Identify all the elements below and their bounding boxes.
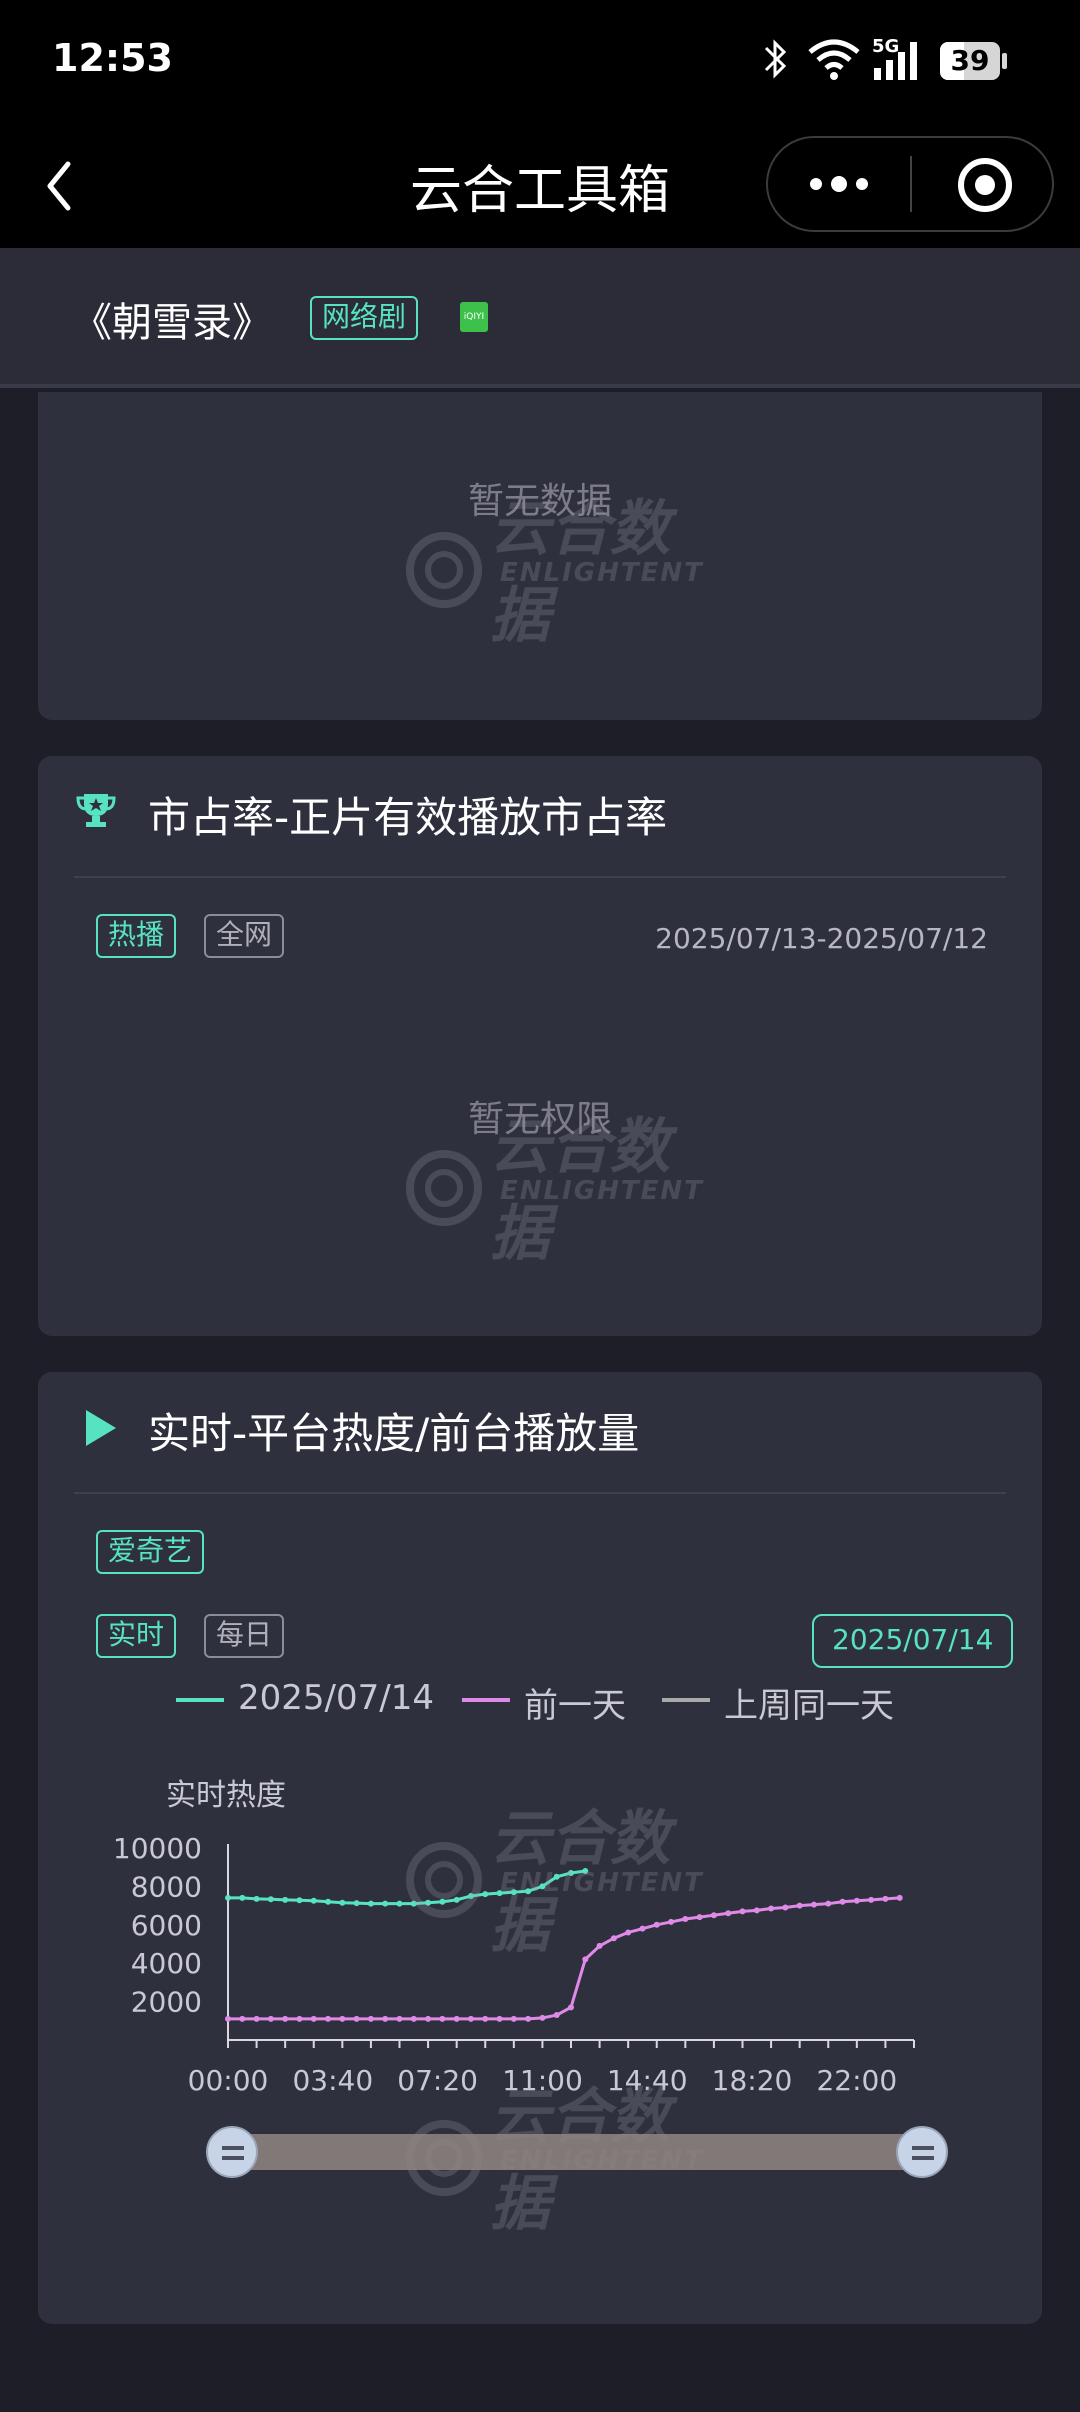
series-point-1 xyxy=(768,1905,775,1912)
series-point-1 xyxy=(439,2015,446,2022)
series-point-1 xyxy=(782,1904,789,1911)
series-point-0 xyxy=(353,1900,360,1907)
series-point-1 xyxy=(853,1897,860,1904)
series-point-0 xyxy=(310,1897,317,1904)
series-point-1 xyxy=(467,2015,474,2022)
series-point-1 xyxy=(353,2015,360,2022)
series-point-1 xyxy=(725,1910,732,1917)
series-point-1 xyxy=(453,2015,460,2022)
series-point-1 xyxy=(325,2015,332,2022)
series-point-1 xyxy=(839,1898,846,1905)
series-point-1 xyxy=(896,1894,903,1901)
series-point-0 xyxy=(282,1896,289,1903)
series-point-1 xyxy=(510,2015,517,2022)
y-tick-label: 10000 xyxy=(113,1832,202,1865)
series-point-1 xyxy=(753,1907,760,1914)
series-point-1 xyxy=(868,1896,875,1903)
datazoom-left-handle[interactable] xyxy=(206,2126,258,2178)
series-point-0 xyxy=(267,1896,274,1903)
realtime-heat-chart: 20004000600080001000000:00 03:40 07:20 11:0… xyxy=(113,1832,915,2097)
series-point-1 xyxy=(239,2015,246,2022)
series-point-0 xyxy=(325,1898,332,1905)
series-point-0 xyxy=(225,1894,231,1901)
series-point-1 xyxy=(425,2015,432,2022)
watermark-subtext: ENLIGHTENT xyxy=(500,1868,704,1898)
y-tick-label: 6000 xyxy=(131,1909,202,1942)
series-point-1 xyxy=(282,2015,289,2022)
series-point-0 xyxy=(339,1899,346,1906)
series-point-1 xyxy=(696,1914,703,1921)
watermark-circle-icon xyxy=(406,1842,482,1918)
series-point-0 xyxy=(239,1894,246,1901)
series-point-1 xyxy=(796,1902,803,1909)
series-point-1 xyxy=(267,2015,274,2022)
x-tick-label: 00:00 xyxy=(188,2064,269,2097)
series-point-1 xyxy=(482,2015,489,2022)
series-point-1 xyxy=(810,1901,817,1908)
series-point-1 xyxy=(710,1912,717,1919)
series-point-0 xyxy=(253,1895,260,1902)
datazoom-track[interactable] xyxy=(232,2134,922,2170)
watermark-logo: 云合数据 ENLIGHTENT xyxy=(404,1788,702,1961)
x-tick-label: 18:20 xyxy=(712,2064,793,2097)
x-tick-label: 03:40 xyxy=(292,2064,373,2097)
datazoom-right-handle[interactable] xyxy=(896,2126,948,2178)
series-point-1 xyxy=(553,2012,560,2019)
series-point-1 xyxy=(382,2015,389,2022)
series-point-0 xyxy=(296,1897,303,1904)
series-point-1 xyxy=(825,1900,832,1907)
series-point-1 xyxy=(367,2015,374,2022)
series-point-1 xyxy=(296,2015,303,2022)
series-point-1 xyxy=(339,2015,346,2022)
series-point-1 xyxy=(882,1895,889,1902)
y-tick-label: 2000 xyxy=(131,1986,202,2019)
series-point-1 xyxy=(525,2015,532,2022)
series-point-1 xyxy=(396,2015,403,2022)
y-tick-label: 8000 xyxy=(131,1870,202,1903)
series-point-0 xyxy=(396,1900,403,1907)
series-point-1 xyxy=(310,2015,317,2022)
series-point-1 xyxy=(539,2014,546,2021)
y-tick-label: 4000 xyxy=(131,1947,202,1980)
series-point-1 xyxy=(496,2015,503,2022)
series-point-1 xyxy=(410,2015,417,2022)
x-tick-label: 22:00 xyxy=(816,2064,897,2097)
series-point-1 xyxy=(253,2015,260,2022)
series-point-1 xyxy=(739,1908,746,1915)
series-point-1 xyxy=(568,2004,574,2011)
series-point-0 xyxy=(367,1900,374,1907)
series-point-0 xyxy=(382,1900,389,1907)
series-point-1 xyxy=(225,2015,231,2022)
